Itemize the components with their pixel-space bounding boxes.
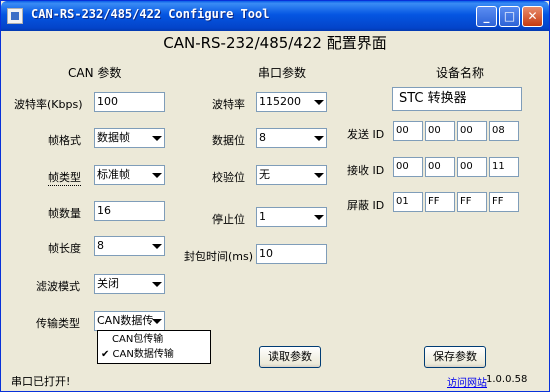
- can-baud-label: 波特率(Kbps): [14, 98, 83, 111]
- packet-time-label: 封包时间(ms): [184, 250, 254, 263]
- frame-type-label: 帧类型: [48, 171, 81, 186]
- stopbits-value: 1: [259, 210, 266, 223]
- device-group-title: 设备名称: [436, 66, 485, 80]
- send-id-byte-3[interactable]: 00: [457, 121, 487, 141]
- send-id-byte-1[interactable]: 00: [393, 121, 423, 141]
- databits-value: 8: [259, 131, 266, 144]
- frame-count-label: 帧数量: [48, 207, 81, 220]
- transfer-type-dropdown-list: CAN包传输 ✔ CAN数据传输: [97, 330, 211, 364]
- mask-id-label: 屏蔽 ID: [347, 199, 385, 212]
- frame-format-label: 帧格式: [48, 134, 81, 147]
- serial-group-title: 串口参数: [258, 66, 307, 80]
- send-id-byte-2[interactable]: 00: [425, 121, 455, 141]
- frame-length-value: 8: [97, 239, 104, 252]
- databits-label: 数据位: [212, 134, 245, 147]
- parity-select[interactable]: 无: [256, 165, 327, 185]
- recv-id-label: 接收 ID: [347, 164, 385, 177]
- frame-length-select[interactable]: 8: [94, 236, 165, 256]
- stopbits-label: 停止位: [212, 213, 245, 226]
- save-params-button[interactable]: 保存参数: [424, 346, 486, 368]
- packet-time-input[interactable]: 10: [256, 244, 327, 264]
- frame-format-value: 数据帧: [97, 131, 130, 144]
- mask-id-byte-1[interactable]: 01: [393, 192, 423, 212]
- window-title: CAN-RS-232/485/422 Configure Tool: [31, 7, 270, 21]
- send-id-byte-4[interactable]: 08: [489, 121, 519, 141]
- chevron-down-icon: [152, 244, 162, 249]
- filter-mode-value: 关闭: [97, 277, 119, 290]
- frame-length-label: 帧长度: [48, 242, 81, 255]
- chevron-down-icon: [152, 136, 162, 141]
- mask-id-byte-4[interactable]: FF: [489, 192, 519, 212]
- recv-id-byte-3[interactable]: 00: [457, 157, 487, 177]
- frame-type-value: 标准帧: [97, 168, 130, 181]
- transfer-type-select[interactable]: CAN数据传: [94, 311, 165, 331]
- frame-type-select[interactable]: 标准帧: [94, 165, 165, 185]
- send-id-label: 发送 ID: [347, 128, 385, 141]
- mask-id-byte-3[interactable]: FF: [457, 192, 487, 212]
- frame-count-input[interactable]: 16: [94, 201, 165, 221]
- stopbits-select[interactable]: 1: [256, 207, 327, 227]
- close-button[interactable]: ✕: [522, 6, 543, 27]
- frame-format-select[interactable]: 数据帧: [94, 128, 165, 148]
- status-text: 串口已打开!: [11, 375, 71, 388]
- main-window: CAN-RS-232/485/422 Configure Tool _ □ ✕ …: [0, 0, 550, 392]
- page-heading: CAN-RS-232/485/422 配置界面: [163, 34, 387, 52]
- chevron-down-icon: [152, 173, 162, 178]
- chevron-down-icon: [152, 319, 162, 324]
- mask-id-byte-2[interactable]: FF: [425, 192, 455, 212]
- can-baud-input[interactable]: 100: [94, 92, 165, 112]
- version-text: 1.0.0.58: [486, 374, 528, 385]
- recv-id-byte-2[interactable]: 00: [425, 157, 455, 177]
- transfer-type-value: CAN数据传: [97, 314, 154, 327]
- recv-id-byte-1[interactable]: 00: [393, 157, 423, 177]
- recv-id-byte-4[interactable]: 11: [489, 157, 519, 177]
- parity-label: 校验位: [212, 171, 245, 184]
- transfer-type-label: 传输类型: [36, 317, 80, 330]
- read-params-button[interactable]: 读取参数: [259, 346, 321, 368]
- serial-baud-select[interactable]: 115200: [256, 92, 327, 112]
- databits-select[interactable]: 8: [256, 128, 327, 148]
- maximize-button[interactable]: □: [499, 6, 520, 27]
- can-group-title: CAN 参数: [68, 66, 122, 80]
- option-can-data[interactable]: ✔ CAN数据传输: [98, 347, 210, 362]
- title-bar[interactable]: CAN-RS-232/485/422 Configure Tool _ □ ✕: [1, 1, 549, 31]
- app-icon: [7, 8, 23, 24]
- filter-mode-label: 滤波模式: [36, 280, 80, 293]
- device-name-input[interactable]: STC 转换器: [392, 87, 522, 111]
- option-can-packet[interactable]: CAN包传输: [98, 332, 210, 347]
- visit-website-link[interactable]: 访问网站: [447, 374, 487, 389]
- serial-baud-label: 波特率: [212, 98, 245, 111]
- minimize-button[interactable]: _: [476, 6, 497, 27]
- chevron-down-icon: [314, 136, 324, 141]
- chevron-down-icon: [314, 173, 324, 178]
- parity-value: 无: [259, 168, 270, 181]
- chevron-down-icon: [314, 100, 324, 105]
- serial-baud-value: 115200: [259, 95, 301, 108]
- client-area: CAN-RS-232/485/422 配置界面 CAN 参数 波特率(Kbps)…: [4, 31, 546, 389]
- chevron-down-icon: [314, 215, 324, 220]
- filter-mode-select[interactable]: 关闭: [94, 274, 165, 294]
- chevron-down-icon: [152, 282, 162, 287]
